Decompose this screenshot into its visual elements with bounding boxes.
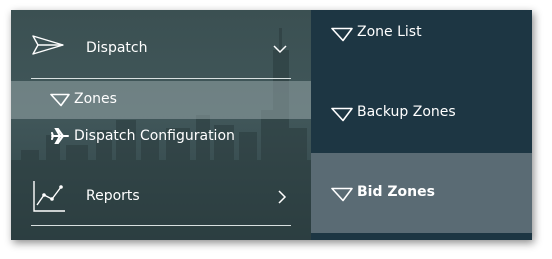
zone-icon — [331, 187, 353, 202]
menu-item-dispatch[interactable]: Dispatch — [11, 28, 311, 68]
menu-divider — [31, 78, 291, 79]
menu-item-zones[interactable]: Zones — [11, 81, 311, 119]
chevron-down-icon[interactable] — [273, 45, 287, 54]
airplane-icon — [51, 128, 69, 144]
navigation-menu: Dispatch Zones Dispatch Configuration Re… — [11, 10, 532, 240]
menu-item-zones-label: Zones — [74, 91, 117, 107]
chevron-right-icon[interactable] — [278, 190, 287, 204]
submenu-item-backup-zones[interactable]: Backup Zones — [311, 98, 532, 128]
menu-item-dispatch-label: Dispatch — [86, 40, 148, 56]
zone-icon — [331, 107, 353, 122]
submenu-bottom-band — [311, 233, 532, 240]
submenu-item-zone-list[interactable]: Zone List — [311, 18, 532, 48]
paper-plane-icon — [31, 34, 65, 56]
menu-item-reports-label: Reports — [86, 188, 140, 204]
submenu-item-bid-zones[interactable]: Bid Zones — [311, 153, 532, 233]
submenu-item-bid-zones-label: Bid Zones — [357, 184, 435, 200]
menu-item-dispatch-configuration[interactable]: Dispatch Configuration — [11, 122, 311, 152]
zone-icon — [331, 27, 353, 42]
menu-item-dispatch-configuration-label: Dispatch Configuration — [74, 128, 235, 144]
zone-icon — [50, 93, 70, 107]
menu-divider — [31, 225, 291, 226]
menu-item-reports[interactable]: Reports — [11, 175, 311, 217]
main-menu-panel: Dispatch Zones Dispatch Configuration Re… — [11, 10, 311, 240]
submenu-item-backup-zones-label: Backup Zones — [357, 104, 456, 120]
submenu-item-zone-list-label: Zone List — [357, 24, 422, 40]
line-chart-icon — [31, 179, 67, 215]
